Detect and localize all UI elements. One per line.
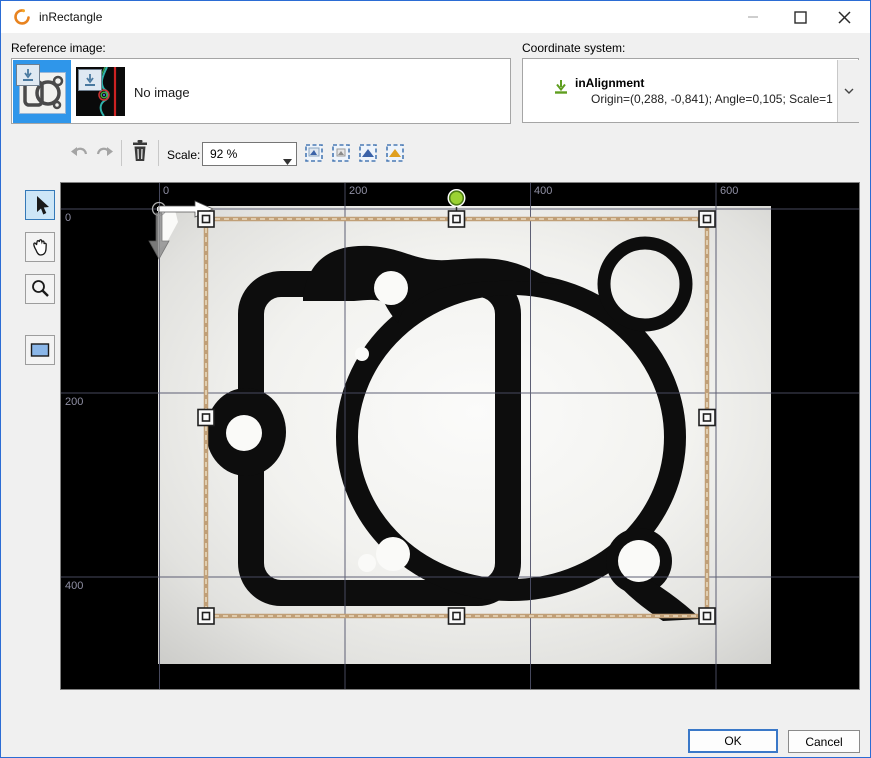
magnifier-icon [29, 278, 51, 300]
resize-handle[interactable] [699, 211, 715, 227]
pan-tool-button[interactable] [25, 232, 55, 262]
resize-handle[interactable] [699, 410, 715, 426]
chevron-down-icon [844, 88, 854, 94]
delete-region-button[interactable] [128, 139, 152, 163]
ruler-tick-label: 400 [534, 185, 552, 197]
cancel-button[interactable]: Cancel [788, 730, 860, 753]
rectangle-icon [29, 341, 51, 359]
dropdown-button[interactable] [837, 60, 859, 122]
rotation-handle[interactable] [448, 189, 466, 207]
redo-button[interactable] [93, 141, 117, 165]
toolbar-separator [158, 140, 159, 166]
ruler-tick-label: 600 [720, 185, 738, 197]
ok-button[interactable]: OK [688, 729, 778, 753]
app-logo-icon [13, 8, 31, 26]
reference-image-box: No image [11, 58, 511, 124]
undo-button[interactable] [67, 141, 91, 165]
close-button[interactable] [829, 6, 859, 28]
select-tool-button[interactable] [25, 190, 55, 220]
ruler-tick-label: 200 [349, 185, 367, 197]
rectangle-tool-button[interactable] [25, 335, 55, 365]
coordinate-name: inAlignment [575, 76, 644, 90]
origin-marker [149, 201, 213, 259]
coordinate-system-dropdown[interactable]: inAlignment Origin=(0,288, -0,841); Angl… [522, 58, 859, 123]
ruler-tick-label: 200 [65, 396, 83, 408]
canvas-overlay [61, 183, 859, 689]
reference-thumbnail-selected[interactable] [13, 60, 71, 123]
zoom-original-size-button[interactable] [329, 141, 353, 165]
reference-thumbnail-paths[interactable] [76, 67, 125, 116]
no-image-label: No image [134, 85, 190, 100]
minimize-button [738, 6, 768, 28]
region-source-badge [16, 64, 40, 86]
ruler-tick-label: 0 [163, 185, 169, 197]
cursor-arrow-icon [30, 194, 50, 216]
resize-handle[interactable] [449, 211, 465, 227]
coordinate-system-label: Coordinate system: [522, 41, 625, 55]
image-canvas[interactable]: 0 200 400 600 0 200 400 [60, 182, 860, 690]
resize-handle[interactable] [449, 608, 465, 624]
hand-icon [29, 236, 51, 258]
resize-handle[interactable] [699, 608, 715, 624]
window-title: inRectangle [39, 10, 102, 24]
titlebar: inRectangle [1, 1, 870, 33]
ruler-tick-label: 400 [65, 580, 83, 592]
zoom-tool-button[interactable] [25, 274, 55, 304]
scale-combobox[interactable]: 92 % [202, 142, 297, 166]
selection-rectangle[interactable] [198, 189, 715, 624]
zoom-fit-region-button[interactable] [383, 141, 407, 165]
zoom-fit-image-button[interactable] [302, 141, 326, 165]
dialog-window: inRectangle Reference image: [0, 0, 871, 758]
resize-handle[interactable] [198, 410, 214, 426]
zoom-fit-width-button[interactable] [356, 141, 380, 165]
toolbar-separator [121, 140, 122, 166]
region-source-badge [78, 69, 102, 91]
reference-image-label: Reference image: [11, 41, 106, 55]
maximize-button[interactable] [785, 6, 815, 28]
alignment-icon [553, 79, 569, 95]
resize-handles [198, 211, 715, 624]
scale-value: 92 % [210, 147, 237, 161]
trash-icon [130, 139, 150, 163]
resize-handle[interactable] [198, 608, 214, 624]
resize-handle[interactable] [198, 211, 214, 227]
combo-arrow-icon[interactable] [283, 152, 292, 170]
ruler-tick-label: 0 [65, 212, 71, 224]
scale-label: Scale: [167, 148, 200, 162]
y-axis-arrow [149, 213, 169, 259]
coordinate-details: Origin=(0,288, -0,841); Angle=0,105; Sca… [591, 92, 833, 106]
